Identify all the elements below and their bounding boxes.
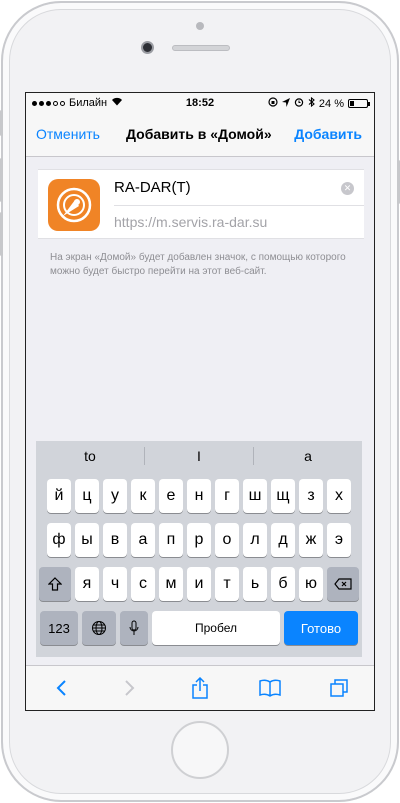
dictation-key[interactable] bbox=[120, 611, 148, 645]
key[interactable]: о bbox=[215, 523, 239, 557]
key[interactable]: э bbox=[327, 523, 351, 557]
key[interactable]: б bbox=[271, 567, 295, 601]
key[interactable]: я bbox=[75, 567, 99, 601]
key[interactable]: т bbox=[215, 567, 239, 601]
key[interactable]: и bbox=[187, 567, 211, 601]
tabs-icon[interactable] bbox=[324, 673, 354, 703]
page-title: Добавить в «Домой» bbox=[126, 126, 272, 142]
key[interactable]: у bbox=[103, 479, 127, 513]
microphone-icon bbox=[129, 620, 139, 635]
bookmarks-icon[interactable] bbox=[255, 673, 285, 703]
home-button[interactable] bbox=[171, 721, 229, 779]
shift-icon bbox=[48, 577, 62, 591]
earpiece-speaker bbox=[172, 45, 230, 51]
back-icon[interactable] bbox=[46, 673, 76, 703]
numbers-key[interactable]: 123 bbox=[40, 611, 78, 645]
done-key[interactable]: Готово bbox=[284, 611, 358, 645]
key[interactable]: м bbox=[159, 567, 183, 601]
key[interactable]: х bbox=[327, 479, 351, 513]
suggestion-bar: to I a bbox=[36, 441, 362, 471]
bluetooth-icon bbox=[308, 96, 315, 110]
bookmark-url: https://m.servis.ra-dar.su bbox=[114, 214, 268, 230]
key-row-4: 123 Пробел Готово bbox=[36, 611, 362, 645]
rotation-lock-icon bbox=[268, 97, 278, 110]
forward-icon[interactable] bbox=[115, 673, 145, 703]
hint-text: На экран «Домой» будет добавлен значок, … bbox=[50, 252, 346, 277]
key[interactable]: р bbox=[187, 523, 211, 557]
key[interactable]: ь bbox=[243, 567, 267, 601]
shift-key[interactable] bbox=[39, 567, 71, 601]
key[interactable]: а bbox=[131, 523, 155, 557]
bookmark-card: RA-DAR(T) ✕ https://m.servis.ra-dar.su bbox=[38, 169, 364, 239]
clear-text-icon[interactable]: ✕ bbox=[341, 182, 354, 195]
key-row-1: й ц у к е н г ш щ з х bbox=[36, 479, 362, 513]
suggestion-item[interactable]: to bbox=[36, 448, 144, 464]
key[interactable]: ц bbox=[75, 479, 99, 513]
navigation-bar: Отменить Добавить в «Домой» Добавить bbox=[26, 113, 374, 157]
globe-icon bbox=[92, 621, 106, 635]
key[interactable]: ы bbox=[75, 523, 99, 557]
battery-icon bbox=[348, 99, 370, 108]
key[interactable]: щ bbox=[271, 479, 295, 513]
key[interactable]: к bbox=[131, 479, 155, 513]
bookmark-title-input[interactable]: RA-DAR(T) bbox=[114, 179, 191, 196]
suggestion-item[interactable]: I bbox=[145, 448, 253, 464]
globe-key[interactable] bbox=[82, 611, 116, 645]
radar-app-icon bbox=[48, 179, 100, 231]
key[interactable]: ж bbox=[299, 523, 323, 557]
key[interactable]: п bbox=[159, 523, 183, 557]
key[interactable]: ч bbox=[103, 567, 127, 601]
screen: Билайн 18:52 24 % Отменить Добавить в «Д… bbox=[25, 92, 375, 711]
key[interactable]: ш bbox=[243, 479, 267, 513]
backspace-key[interactable] bbox=[327, 567, 359, 601]
space-key[interactable]: Пробел bbox=[152, 611, 280, 645]
key[interactable]: н bbox=[187, 479, 211, 513]
backspace-icon bbox=[334, 578, 352, 590]
alarm-icon bbox=[294, 97, 304, 110]
key[interactable]: з bbox=[299, 479, 323, 513]
key[interactable]: е bbox=[159, 479, 183, 513]
front-camera bbox=[141, 41, 154, 54]
proximity-sensor bbox=[196, 22, 204, 30]
keyboard: to I a й ц у к е н г ш щ з х ф ы в а п р… bbox=[36, 441, 362, 657]
browser-toolbar bbox=[26, 665, 374, 710]
key[interactable]: с bbox=[131, 567, 155, 601]
volume-down-button bbox=[0, 212, 3, 256]
status-bar: Билайн 18:52 24 % bbox=[26, 93, 374, 113]
key[interactable]: ф bbox=[47, 523, 71, 557]
key[interactable]: д bbox=[271, 523, 295, 557]
battery-percent: 24 % bbox=[318, 97, 344, 110]
key-row-3: я ч с м и т ь б ю bbox=[36, 567, 362, 601]
key-row-2: ф ы в а п р о л д ж э bbox=[36, 523, 362, 557]
add-button[interactable]: Добавить bbox=[294, 126, 362, 142]
cancel-button[interactable]: Отменить bbox=[36, 126, 100, 142]
share-icon[interactable] bbox=[185, 673, 215, 703]
key[interactable]: в bbox=[103, 523, 127, 557]
key[interactable]: г bbox=[215, 479, 239, 513]
key[interactable]: й bbox=[47, 479, 71, 513]
mute-switch bbox=[0, 110, 3, 136]
divider bbox=[114, 205, 364, 206]
volume-up-button bbox=[0, 158, 3, 202]
key[interactable]: л bbox=[243, 523, 267, 557]
key[interactable]: ю bbox=[299, 567, 323, 601]
location-icon bbox=[281, 97, 290, 110]
suggestion-item[interactable]: a bbox=[254, 448, 362, 464]
